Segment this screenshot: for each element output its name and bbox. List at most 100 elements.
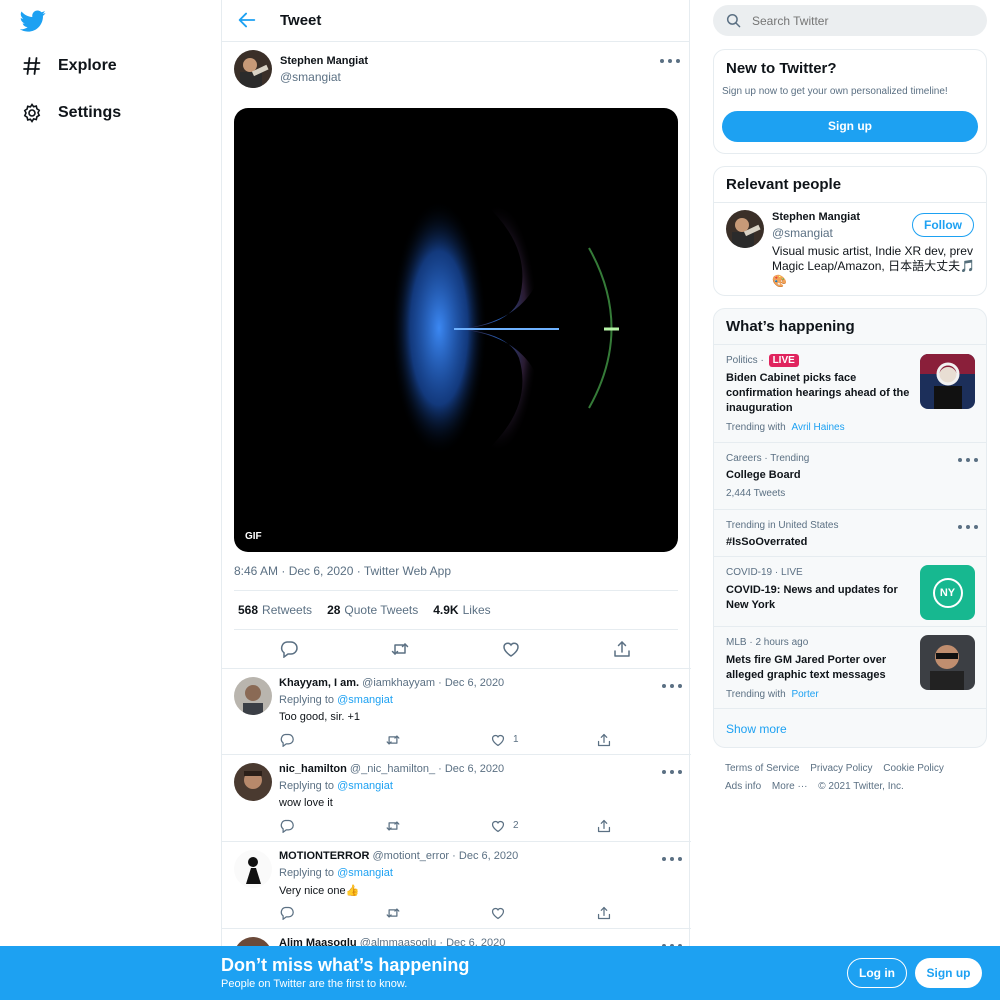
trend-item[interactable]: Politics · LIVE Biden Cabinet picks face… [714,344,986,442]
signup-button[interactable]: Sign up [722,111,978,142]
trend-sub-link[interactable]: Avril Haines [791,422,844,433]
reply-author-handle[interactable]: @motiont_error [373,850,450,862]
nav-explore[interactable]: Explore [22,51,117,81]
trend-category: Careers · Trending [726,453,810,464]
avatar[interactable] [234,50,272,88]
twitter-bird-icon[interactable] [19,8,46,34]
trend-item[interactable]: Careers · Trending College Board 2,444 T… [714,442,986,509]
reply-author-handle[interactable]: @iamkhayyam [362,677,435,689]
reply-icon[interactable] [280,640,298,659]
reply-author-handle[interactable]: @_nic_hamilton_ [350,763,435,775]
avatar[interactable] [234,677,272,715]
trend-sub: Trending with Avril Haines [726,422,845,433]
like-icon[interactable] [502,640,520,658]
main-column: Tweet Stephen Mangiat @smangiat GIF 8:46… [221,0,691,1000]
person-handle[interactable]: @smangiat [772,226,833,240]
terms-link[interactable]: Terms of Service [725,763,799,774]
reply-author-handle[interactable]: @almmaasoglu [360,937,437,946]
like-icon[interactable] [491,819,505,833]
reply-date[interactable]: · Dec 6, 2020 [438,677,504,689]
reply-tweet[interactable]: MOTIONTERROR @motiont_error · Dec 6, 202… [222,841,691,928]
ads-info-link[interactable]: Ads info [725,781,761,792]
reply-date[interactable]: · Dec 6, 2020 [452,850,518,862]
more-icon[interactable] [662,939,682,946]
trend-thumbnail: NY [920,565,975,620]
nav-settings[interactable]: Settings [22,98,121,128]
privacy-link[interactable]: Privacy Policy [810,763,872,774]
more-icon[interactable] [660,54,680,68]
reply-date[interactable]: · Dec 6, 2020 [438,763,504,775]
more-link[interactable]: More ··· [772,781,808,792]
likes-label[interactable]: Likes [463,603,491,617]
relevant-people-card: Relevant people Stephen Mangiat @smangia… [713,166,987,296]
more-icon[interactable] [662,852,682,866]
like-icon[interactable] [491,906,505,920]
more-icon[interactable] [958,520,978,534]
likes-count[interactable]: 4.9K [433,603,458,617]
retweet-icon[interactable] [386,819,400,833]
banner-signup-button[interactable]: Sign up [915,958,982,988]
tweet-timestamp[interactable]: 8:46 AM · Dec 6, 2020 · Twitter Web App [234,564,451,578]
follow-button[interactable]: Follow [912,213,974,237]
avatar[interactable] [234,763,272,801]
more-icon[interactable] [662,679,682,693]
retweet-icon[interactable] [386,906,400,920]
trend-sub-link[interactable]: Porter [791,689,818,700]
whats-happening-card: What’s happening Politics · LIVE Biden C… [713,308,987,748]
reply-text: wow love it [279,797,333,809]
author-name[interactable]: Stephen Mangiat [280,55,368,67]
quote-tweets-label[interactable]: Quote Tweets [344,603,418,617]
copyright: © 2021 Twitter, Inc. [818,781,904,792]
reply-tweet[interactable]: Alim Maasoglu @almmaasoglu · Dec 6, 2020 [222,928,691,946]
show-more-link[interactable]: Show more [726,722,787,736]
share-icon[interactable] [597,906,611,920]
retweet-icon[interactable] [386,733,400,747]
retweets-count[interactable]: 568 [238,603,258,617]
trend-item[interactable]: Trending in United States #IsSoOverrated [714,509,986,556]
quote-tweets-count[interactable]: 28 [327,603,340,617]
replying-to-prefix: Replying to [279,694,335,706]
replying-to-link[interactable]: @smangiat [337,867,393,879]
login-button[interactable]: Log in [847,958,907,988]
tweet-media[interactable]: GIF [234,108,678,552]
reply-tweet[interactable]: nic_hamilton @_nic_hamilton_ · Dec 6, 20… [222,754,691,841]
reply-author-name[interactable]: MOTIONTERROR [279,850,369,862]
reply-author-name[interactable]: Alim Maasoglu [279,937,357,946]
search-bar[interactable] [713,5,987,36]
reply-date[interactable]: · Dec 6, 2020 [439,937,505,946]
trend-title: College Board [726,469,801,481]
replying-to: Replying to @smangiat [279,694,393,706]
trend-sub-prefix: Trending with [726,689,786,700]
avatar[interactable] [234,937,272,946]
person-name[interactable]: Stephen Mangiat [772,211,860,223]
reply-author-name[interactable]: Khayyam, I am. [279,677,359,689]
share-icon[interactable] [613,640,631,658]
avatar[interactable] [234,850,272,888]
reply-tweet[interactable]: Khayyam, I am. @iamkhayyam · Dec 6, 2020… [222,668,691,754]
ny-badge: NY [932,577,963,608]
more-icon[interactable] [958,453,978,467]
reply-icon[interactable] [280,906,294,921]
retweets-label[interactable]: Retweets [262,603,312,617]
replying-to-link[interactable]: @smangiat [337,694,393,706]
retweet-icon[interactable] [391,640,409,658]
like-icon[interactable] [491,733,505,747]
reply-icon[interactable] [280,733,294,748]
nav-settings-label: Settings [58,104,122,121]
more-icon[interactable] [662,765,682,779]
reply-author-name[interactable]: nic_hamilton [279,763,347,775]
reply-icon[interactable] [280,819,294,834]
arrow-left-icon[interactable] [236,9,260,33]
show-more-row[interactable]: Show more [714,708,986,747]
trend-item[interactable]: COVID-19 · LIVE COVID-19: News and updat… [714,556,986,626]
share-icon[interactable] [597,733,611,747]
share-icon[interactable] [597,819,611,833]
trend-item[interactable]: MLB · 2 hours ago Mets fire GM Jared Por… [714,626,986,708]
search-input[interactable] [752,13,952,28]
cookie-link[interactable]: Cookie Policy [883,763,944,774]
avatar[interactable] [726,210,764,248]
trend-category-text: Politics · [726,355,764,366]
author-handle[interactable]: @smangiat [280,70,341,84]
footer-links: Terms of Service Privacy Policy Cookie P… [725,760,985,796]
replying-to-link[interactable]: @smangiat [337,780,393,792]
